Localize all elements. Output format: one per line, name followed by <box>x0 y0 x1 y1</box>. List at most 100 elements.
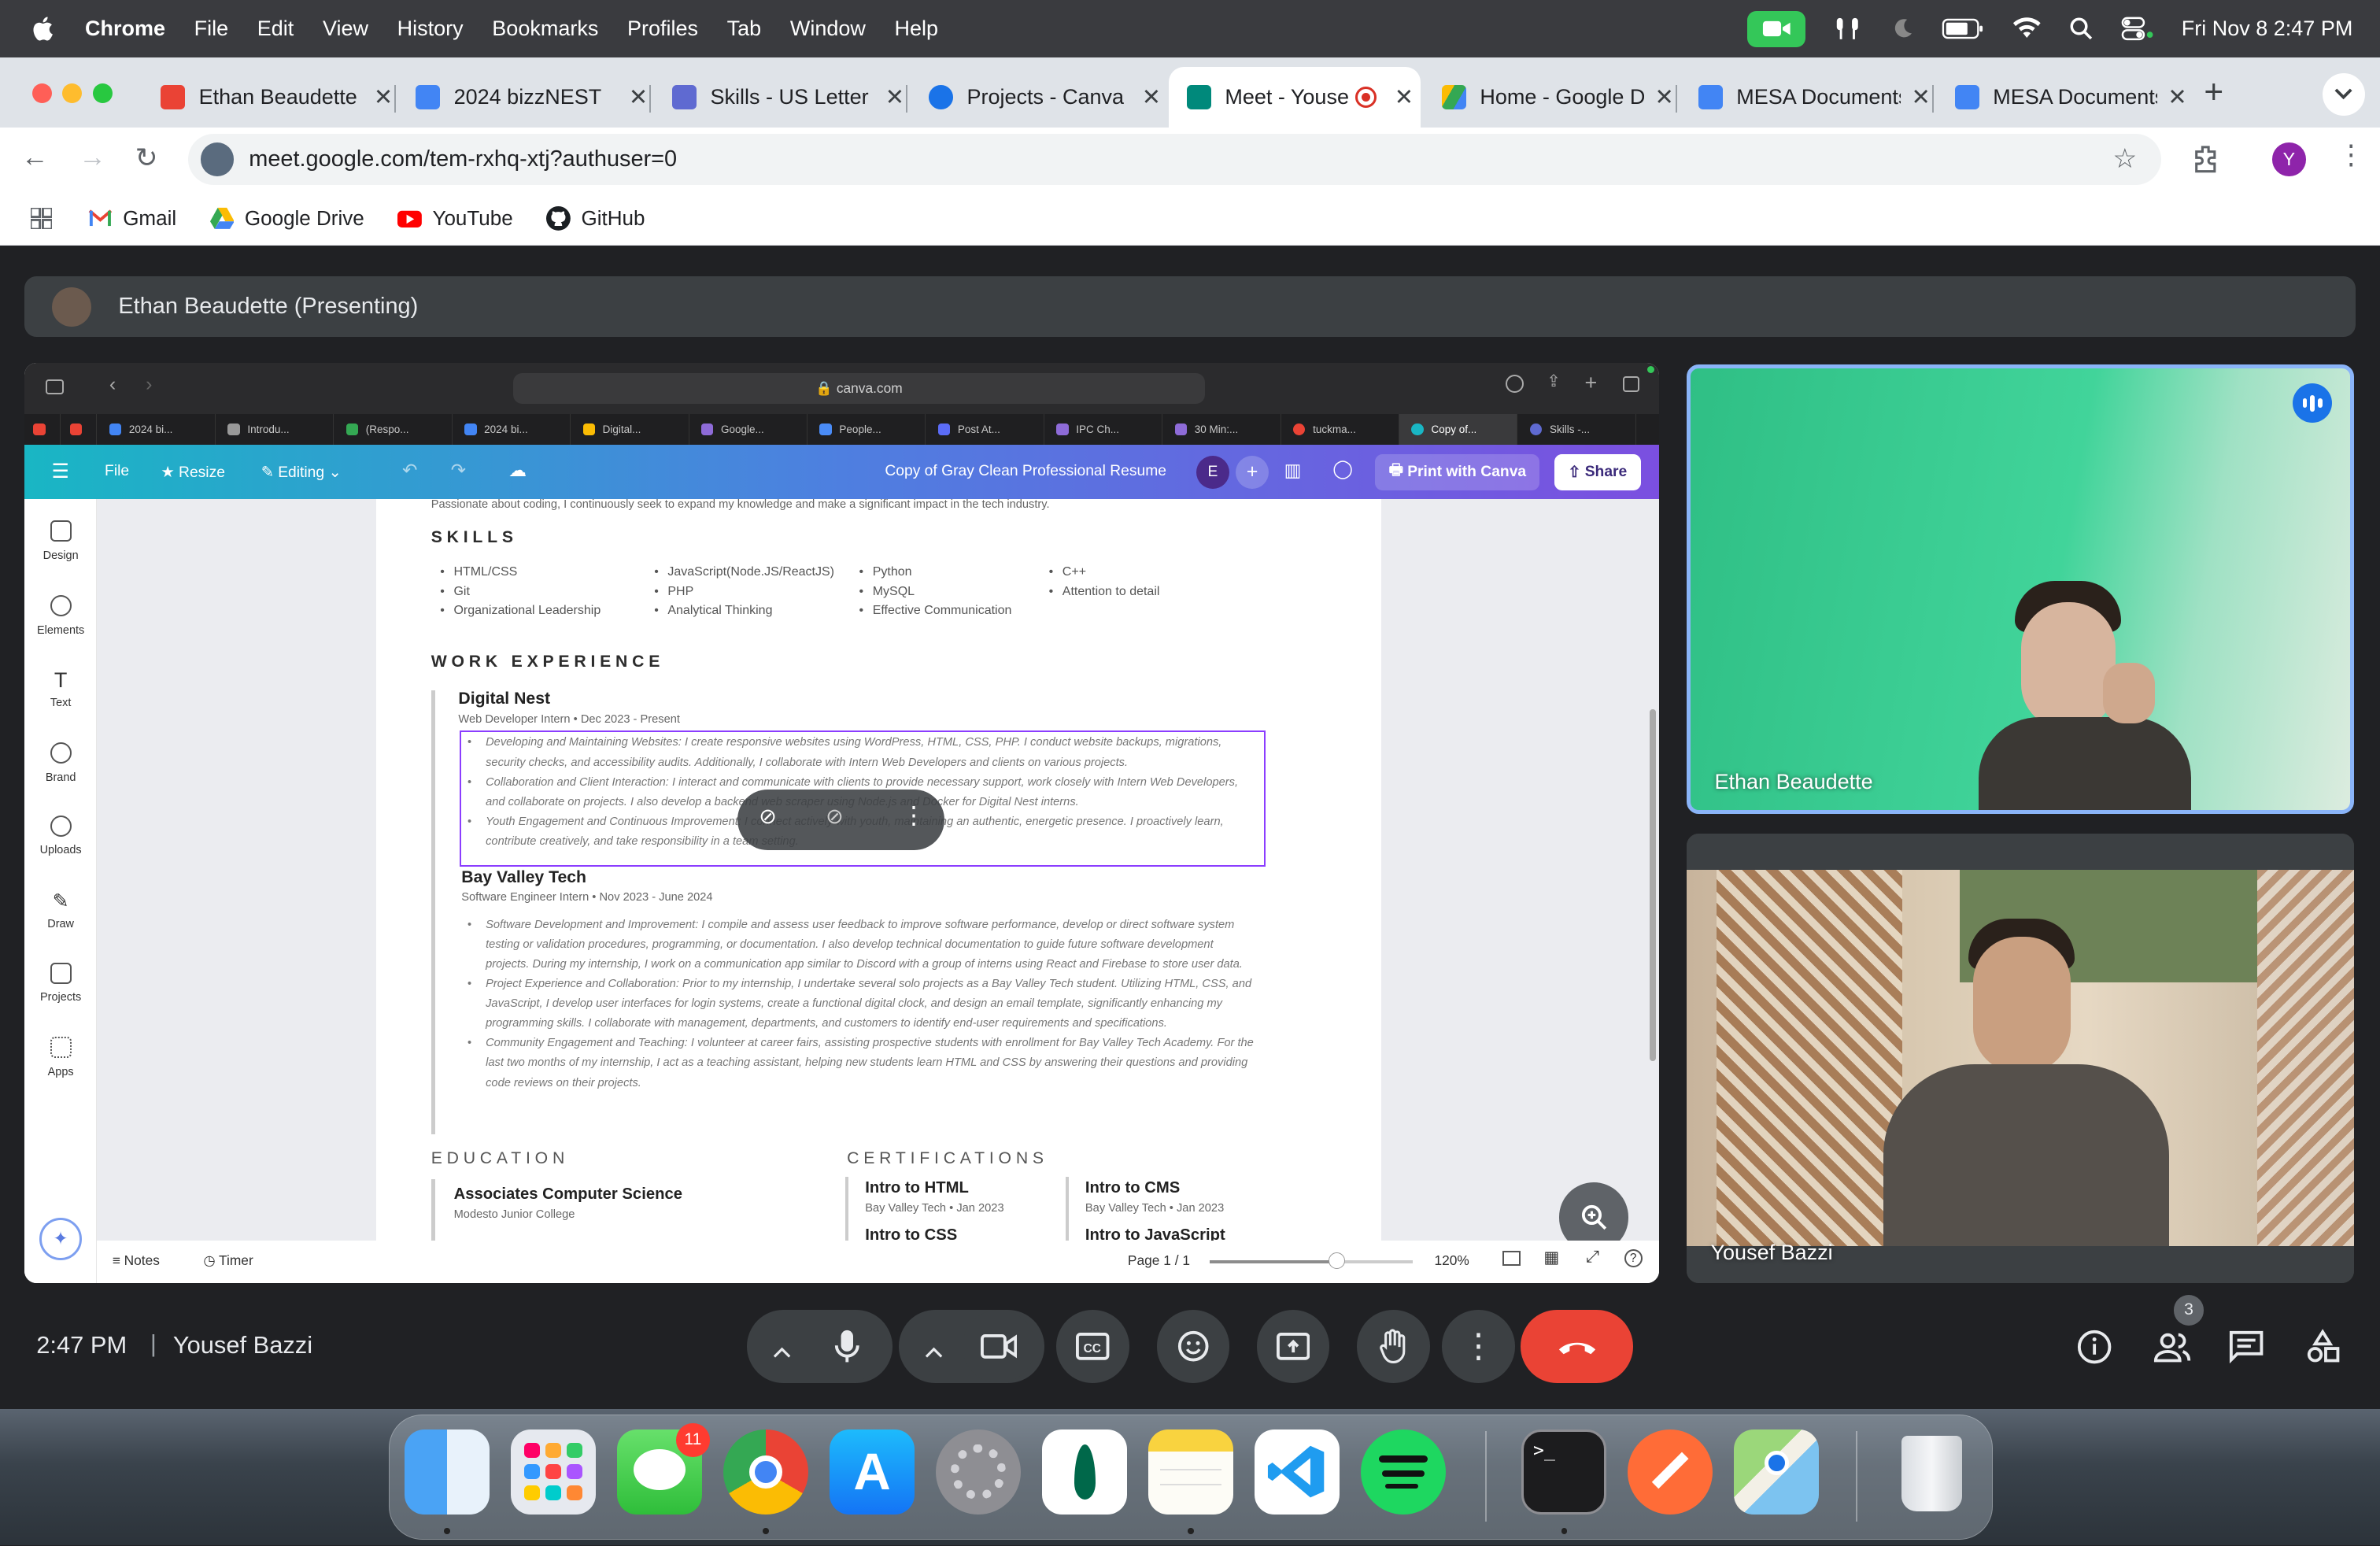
menu-history[interactable]: History <box>397 17 464 41</box>
tab-ethan-beaudette[interactable]: Ethan Beaudette ✕ <box>142 67 397 128</box>
dock-chrome-icon[interactable] <box>723 1429 808 1515</box>
present-screen-button[interactable] <box>1256 1310 1330 1383</box>
forward-arrow-icon[interactable]: → <box>79 142 106 173</box>
camera-button[interactable] <box>962 1310 1036 1383</box>
participant-tile-yousef[interactable]: Yousef Bazzi <box>1686 833 2355 1283</box>
chrome-menu-kebab-icon[interactable]: ⋮ <box>2338 139 2365 171</box>
menu-bookmarks[interactable]: Bookmarks <box>492 17 598 41</box>
camera-in-use-icon[interactable] <box>1747 10 1805 47</box>
close-tab-icon[interactable]: ✕ <box>1391 83 1416 111</box>
activities-shapes-icon <box>2307 1328 2339 1362</box>
extensions-puzzle-icon[interactable] <box>2190 144 2221 175</box>
dock-app-store-icon[interactable]: A <box>830 1429 915 1515</box>
menu-view[interactable]: View <box>323 17 368 41</box>
tab-search-chevron-icon[interactable] <box>2322 72 2365 116</box>
apps-grid-icon[interactable] <box>30 207 52 229</box>
bookmark-star-icon[interactable]: ☆ <box>2112 143 2137 175</box>
control-center-icon[interactable] <box>2121 17 2154 41</box>
canva-zoom-slider-thumb <box>1328 1252 1345 1270</box>
reactions-button[interactable] <box>1156 1310 1230 1383</box>
back-arrow-icon[interactable]: ← <box>21 142 49 173</box>
address-bar[interactable]: meet.google.com/tem-rxhq-xtj?authuser=0 … <box>188 133 2162 186</box>
close-window-button[interactable] <box>31 83 52 104</box>
tab-bizznest[interactable]: 2024 bizzNEST ✕ <box>397 67 652 128</box>
apple-menu-icon[interactable] <box>31 15 58 43</box>
bookmark-gmail[interactable]: Gmail <box>88 206 176 231</box>
dock-system-settings-icon[interactable] <box>936 1429 1021 1515</box>
work-experience-heading: WORK EXPERIENCE <box>431 653 665 671</box>
menu-profiles[interactable]: Profiles <box>627 17 698 41</box>
safari-tab: Introdu... <box>216 414 334 446</box>
focus-moon-icon[interactable] <box>1890 17 1915 41</box>
bookmark-youtube[interactable]: YouTube <box>397 206 513 231</box>
close-tab-icon[interactable]: ✕ <box>1653 83 1676 111</box>
close-tab-icon[interactable]: ✕ <box>1140 83 1162 111</box>
recording-dot-icon <box>1646 365 1655 374</box>
site-info-icon[interactable] <box>200 142 234 176</box>
people-button[interactable]: 3 <box>2153 1295 2204 1371</box>
audio-settings-chevron-icon[interactable] <box>773 1336 791 1364</box>
gmail-icon <box>88 209 113 226</box>
chat-button[interactable] <box>2228 1330 2264 1369</box>
microphone-button[interactable] <box>810 1310 884 1383</box>
dock-postman-icon[interactable] <box>1628 1429 1713 1515</box>
reload-icon[interactable]: ↻ <box>135 142 158 174</box>
cloud-save-icon: ☁ <box>508 460 527 481</box>
bookmark-github[interactable]: GitHub <box>546 206 645 231</box>
profile-avatar[interactable]: Y <box>2272 142 2306 176</box>
running-indicator <box>1188 1528 1194 1534</box>
meeting-details-button[interactable] <box>2076 1329 2112 1371</box>
dock-finder-icon[interactable] <box>405 1429 490 1515</box>
menu-edit[interactable]: Edit <box>257 17 294 41</box>
participant-tile-ethan[interactable]: Ethan Beaudette <box>1686 364 2355 814</box>
shared-screen[interactable]: ‹ › 🔒 canva.com ⇪ + 2024 bi... Introdu..… <box>24 362 1659 1283</box>
more-options-button[interactable]: ⋮ <box>1442 1310 1515 1383</box>
tab-skills[interactable]: Skills - US Letter ✕ <box>654 67 908 128</box>
canva-print-button: 🖶 Print with Canva <box>1375 453 1540 490</box>
address-bar-url[interactable]: meet.google.com/tem-rxhq-xtj?authuser=0 <box>249 146 677 172</box>
menu-help[interactable]: Help <box>895 17 939 41</box>
new-tab-icon[interactable]: + <box>2204 73 2223 111</box>
dock-trash-icon[interactable] <box>1889 1429 1974 1515</box>
dock-maps-icon[interactable] <box>1734 1429 1820 1515</box>
raise-hand-button[interactable] <box>1357 1310 1430 1383</box>
safari-tab-active: Copy of... <box>1399 414 1518 446</box>
tab-projects-canva[interactable]: Projects - Canva ✕ <box>911 67 1162 128</box>
dock-launchpad-icon[interactable] <box>511 1429 596 1515</box>
close-tab-icon[interactable]: ✕ <box>1909 83 1932 111</box>
menu-window[interactable]: Window <box>790 17 866 41</box>
dock-spotify-icon[interactable] <box>1361 1429 1447 1515</box>
education-title: Associates Computer Science <box>453 1185 682 1204</box>
spotlight-search-icon[interactable] <box>2069 17 2094 41</box>
video-settings-chevron-icon[interactable] <box>925 1336 943 1364</box>
close-tab-icon[interactable]: ✕ <box>626 83 649 111</box>
zoom-window-button[interactable] <box>92 83 113 104</box>
leave-call-button[interactable] <box>1521 1310 1634 1383</box>
tab-mesa-documents-2[interactable]: MESA Documents ✕ <box>1937 67 2189 128</box>
minimize-window-button[interactable] <box>62 83 83 104</box>
close-tab-icon[interactable]: ✕ <box>2166 83 2189 111</box>
cert-2-title: Intro to CMS <box>1085 1179 1181 1197</box>
cert-line-2 <box>1065 1176 1069 1241</box>
tab-meet-active[interactable]: Meet - Yousef ✕ <box>1169 66 1421 128</box>
dock-mongodb-compass-icon[interactable] <box>1042 1429 1128 1515</box>
wifi-icon[interactable] <box>2012 17 2042 41</box>
airpods-icon[interactable] <box>1832 15 1863 43</box>
dock-vscode-icon[interactable] <box>1255 1429 1340 1515</box>
battery-icon[interactable] <box>1942 18 1984 39</box>
close-tab-icon[interactable]: ✕ <box>371 83 394 111</box>
tab-google-drive[interactable]: Home - Google Drive ✕ <box>1424 67 1678 128</box>
captions-button[interactable]: CC <box>1056 1310 1129 1383</box>
menu-app-chrome[interactable]: Chrome <box>85 17 165 41</box>
dock-terminal-icon[interactable]: >_ <box>1521 1429 1607 1515</box>
close-tab-icon[interactable]: ✕ <box>883 83 906 111</box>
menu-file[interactable]: File <box>194 17 229 41</box>
bookmark-google-drive[interactable]: Google Drive <box>209 206 364 231</box>
microphone-icon <box>834 1330 859 1362</box>
tab-mesa-documents-1[interactable]: MESA Documents ✕ <box>1680 67 1935 128</box>
activities-button[interactable] <box>2304 1328 2341 1371</box>
menubar-clock[interactable]: Fri Nov 8 2:47 PM <box>2182 17 2353 41</box>
dock-notes-icon[interactable] <box>1148 1429 1234 1515</box>
menu-tab[interactable]: Tab <box>727 17 762 41</box>
canva-side-brand: Brand <box>24 742 98 784</box>
